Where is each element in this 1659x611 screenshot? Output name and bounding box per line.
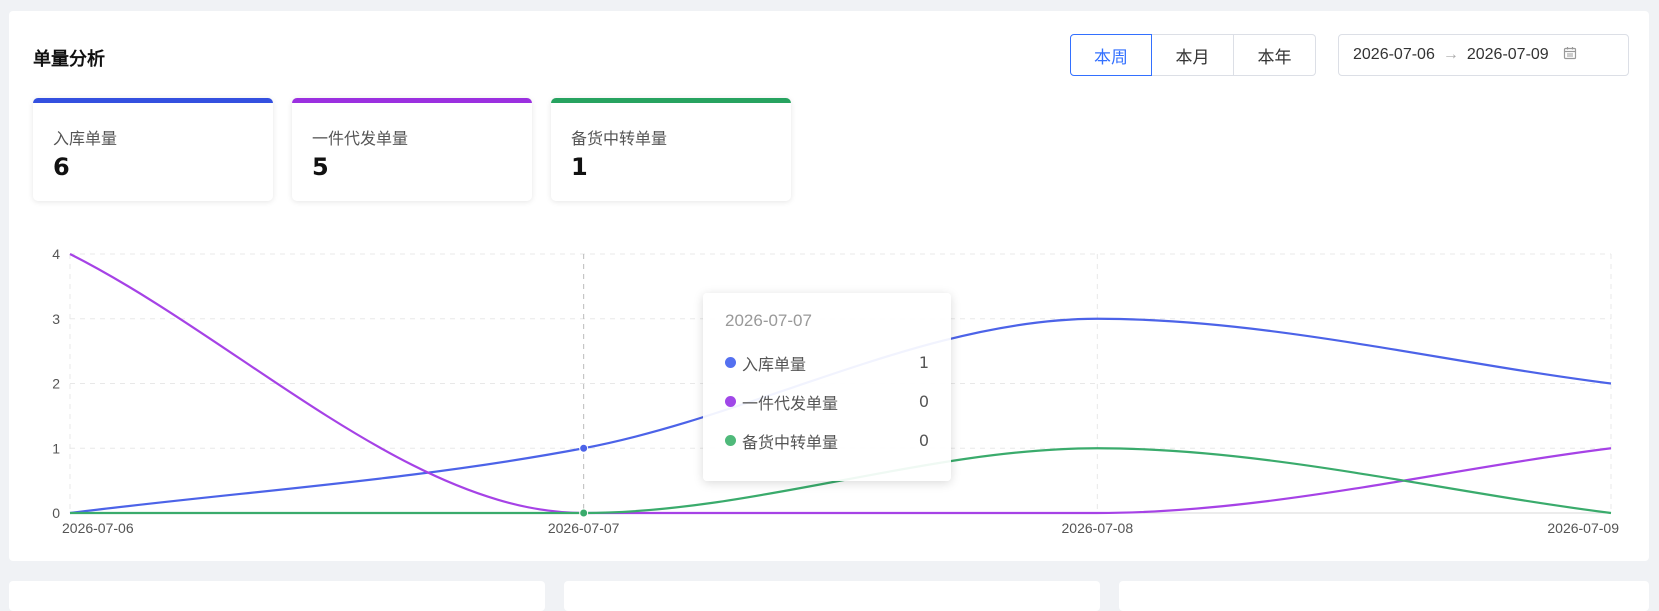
x-tick-label: 2026-07-07 (548, 520, 620, 536)
y-tick-label: 2 (52, 376, 60, 392)
data-point (579, 443, 589, 453)
tooltip-series-value: 0 (918, 392, 929, 411)
chart-tooltip: 2026-07-07 入库单量 1 一件代发单量 0 备货中转单量 0 (703, 293, 951, 481)
y-tick-label: 1 (52, 440, 60, 456)
tooltip-row: 一件代发单量 0 (725, 382, 929, 421)
y-tick-label: 3 (52, 311, 60, 327)
tooltip-row: 备货中转单量 0 (725, 421, 929, 460)
tooltip-series-name: 入库单量 (742, 354, 807, 374)
tooltip-row: 入库单量 1 (725, 343, 929, 382)
bottom-card-2 (564, 581, 1100, 611)
legend-dot-icon (725, 435, 736, 446)
tooltip-series-value: 1 (918, 353, 929, 372)
x-tick-label: 2026-07-06 (62, 520, 134, 536)
bottom-card-3 (1119, 581, 1649, 611)
y-tick-label: 4 (52, 246, 60, 262)
tooltip-title: 2026-07-07 (725, 311, 812, 330)
x-tick-label: 2026-07-09 (1547, 520, 1619, 536)
tooltip-series-value: 0 (918, 431, 929, 450)
tooltip-series-name: 一件代发单量 (742, 393, 839, 413)
legend-dot-icon (725, 396, 736, 407)
x-tick-label: 2026-07-08 (1062, 520, 1134, 536)
bottom-card-1 (9, 581, 545, 611)
data-point (579, 508, 589, 518)
legend-dot-icon (725, 357, 736, 368)
y-tick-label: 0 (52, 505, 60, 521)
tooltip-series-name: 备货中转单量 (742, 432, 839, 452)
